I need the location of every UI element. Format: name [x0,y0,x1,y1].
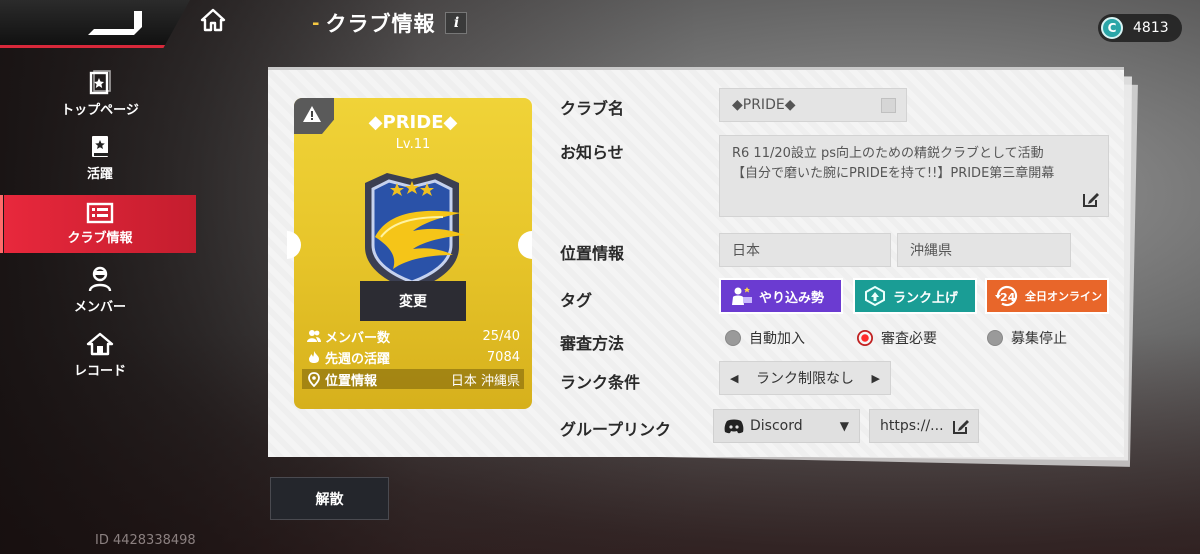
club-name-value: ◆PRIDE◆ [732,97,796,113]
sidebar-item-top-page[interactable]: トップページ [0,64,200,124]
currency-amount: 4813 [1133,20,1169,36]
group-link-value: https://... [880,418,944,434]
country-select[interactable]: 日本 [719,233,891,267]
coin-icon: C [1101,17,1123,39]
member-icon [88,266,112,292]
tag-yarikomi-label: やり込み勢 [759,290,825,306]
location-pin-icon [308,371,320,387]
card-star-icon [89,70,111,95]
link-platform-value: Discord [750,418,803,434]
radio-auto-join-dot[interactable] [725,330,741,346]
stat-location: 位置情報 日本 沖縄県 [302,369,524,389]
info-icon[interactable]: i [445,12,468,34]
stat-members: メンバー数 25/40 [306,326,520,346]
sidebar-label-top-page: トップページ [61,103,139,118]
stat-activity: 先週の活躍 7084 [306,347,520,367]
notice-label: お知らせ [560,143,624,162]
tag-yarikomi[interactable]: やり込み勢 [719,278,843,314]
radio-review-required-label: 審査必要 [881,331,937,347]
svg-text:24: 24 [1000,291,1016,304]
group-link-label: グループリンク [560,420,672,439]
page-title: クラブ情報 [325,12,436,36]
tag-all-day-online[interactable]: 24 全日オンライン [985,278,1109,314]
radio-recruit-stopped[interactable]: 募集停止 [987,328,1067,348]
discord-icon [724,419,744,434]
change-emblem-button[interactable]: 変更 [360,281,466,321]
stat-members-label: メンバー数 [325,330,391,346]
disband-button[interactable]: 解散 [270,477,389,520]
notice-line-1: R6 11/20設立 ps向上のための精鋭クラブとして活動 [732,146,1044,161]
rank-prev-arrow-icon[interactable]: ◀ [730,372,738,385]
group-link-field[interactable]: https://... [869,409,979,443]
sidebar-item-members[interactable]: メンバー [0,260,200,320]
flame-icon [309,351,319,363]
stat-members-value: 25/40 [482,328,520,344]
title-accent: - [312,12,320,34]
location-label: 位置情報 [560,244,625,263]
club-emblem-icon [365,173,465,291]
page-header: - クラブ情報 i [312,8,468,38]
back-arrow-icon [88,11,142,35]
book-star-icon [92,136,108,157]
radio-review-required[interactable]: 審査必要 [857,328,937,348]
sidebar-label-club-info: クラブ情報 [67,231,133,246]
home-button[interactable] [190,0,236,40]
rank-condition-label: ランク条件 [560,373,641,392]
club-emblem-panel: ◆PRIDE◆ Lv.11 変更 メンバー数 25/40 先週の活躍 7084 … [294,98,532,409]
edit-link-icon[interactable] [952,417,970,435]
edit-icon[interactable] [1082,190,1100,208]
rank-condition-selector[interactable]: ◀ ランク制限なし ▶ [719,361,891,395]
radio-auto-join[interactable]: 自動加入 [725,328,805,348]
tag-all-day-online-label: 全日オンライン [1025,290,1102,303]
rank-next-arrow-icon[interactable]: ▶ [872,372,880,385]
dropdown-arrow-icon: ▼ [839,419,849,433]
radio-recruit-stopped-dot[interactable] [987,330,1003,346]
home-record-icon [86,332,114,356]
stat-location-value: 日本 沖縄県 [450,373,520,389]
prefecture-value: 沖縄県 [910,243,952,259]
radio-review-required-dot[interactable] [857,330,873,346]
stat-location-label: 位置情報 [325,373,378,389]
rank-condition-value: ランク制限なし [756,371,854,387]
back-button[interactable] [0,0,190,48]
user-id: ID 4428338498 [95,533,196,548]
stat-activity-value: 7084 [486,349,520,365]
rank-badge-icon [865,285,885,307]
review-label: 審査方法 [560,334,625,353]
radio-recruit-stopped-label: 募集停止 [1011,331,1067,347]
sidebar-label-records: レコード [73,364,126,379]
sidebar-label-activity: 活躍 [86,167,113,182]
tag-label: タグ [560,291,593,310]
list-icon [86,202,114,224]
notice-line-2: 【自分で磨いた腕にPRIDEを持て!!】PRIDE第三章開幕 [732,166,1055,181]
edit-square-icon[interactable] [881,98,896,113]
sidebar-label-members: メンバー [73,300,126,315]
club-name-field[interactable]: ◆PRIDE◆ [719,88,907,122]
club-level: Lv.11 [395,137,431,152]
tag-rank-up[interactable]: ランク上げ [853,278,977,314]
club-name-label: クラブ名 [560,99,625,118]
radio-auto-join-label: 自動加入 [749,331,805,347]
currency-display: C 4813 [1098,14,1182,42]
tag-rank-up-label: ランク上げ [893,290,959,306]
notice-field[interactable]: R6 11/20設立 ps向上のための精鋭クラブとして活動 【自分で磨いた腕にP… [719,135,1109,217]
members-icon [307,330,321,342]
stat-activity-label: 先週の活躍 [325,351,391,367]
sidebar-item-records[interactable]: レコード [0,325,200,385]
clock-24-icon: 24 [995,285,1018,307]
club-name: ◆PRIDE◆ [368,112,458,133]
prefecture-select[interactable]: 沖縄県 [897,233,1071,267]
sidebar-item-activity[interactable]: 活躍 [0,128,200,188]
gamer-icon [732,287,752,305]
home-icon [200,8,226,32]
country-value: 日本 [732,243,760,259]
link-platform-select[interactable]: Discord ▼ [713,409,860,443]
sidebar-item-club-info[interactable]: クラブ情報 [0,195,196,253]
